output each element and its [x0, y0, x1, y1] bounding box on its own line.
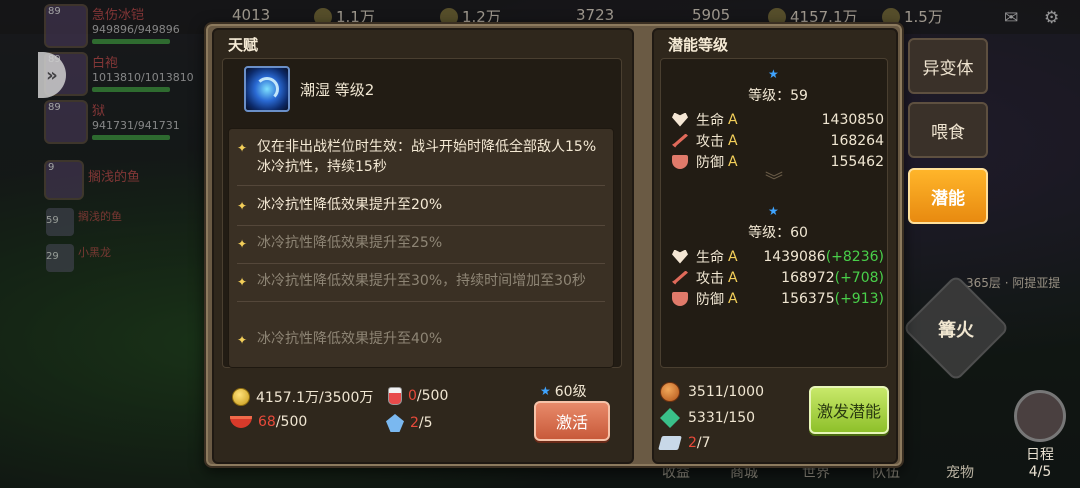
sparkle-icon: ✦ [237, 275, 248, 289]
sparkle-icon: ✦ [237, 199, 248, 213]
potential-title: 潜能等级 [668, 36, 729, 54]
seed-icon [660, 382, 680, 402]
schedule-button[interactable]: 日程 4/5 [1008, 390, 1072, 480]
hero-entry[interactable]: 59 搁浅的鱼 [46, 208, 122, 236]
gear-icon[interactable]: ⚙ [1044, 8, 1064, 28]
gem-icon [660, 408, 680, 428]
tab-potential[interactable]: 潜能 [908, 168, 988, 224]
shield-icon [672, 291, 688, 306]
stat-row: 攻击 A 168972(+708) [672, 267, 884, 288]
cost-crystal: 2/5 [386, 414, 433, 432]
hero-entry[interactable]: 89 狱 941731/941731 [44, 100, 180, 144]
stat-row: 防御 A 155462 [672, 151, 884, 172]
crystal-icon [386, 414, 404, 432]
potion-icon [388, 387, 402, 405]
avatar: 89 [44, 100, 88, 144]
required-level: ★ 60级 [540, 384, 587, 400]
tab-feed[interactable]: 喂食 [908, 102, 988, 158]
hero-entry[interactable]: 29 小黑龙 [46, 244, 111, 272]
stat-row: 防御 A 156375(+913) [672, 288, 884, 309]
avatar: 29 [46, 244, 74, 272]
stat-row: 生命 A 1430850 [672, 109, 884, 130]
hero-entry[interactable]: 89 白袍1013810/1013810 [44, 52, 194, 96]
sparkle-icon: ✦ [237, 237, 248, 251]
sword-icon [672, 270, 688, 285]
unleash-potential-button[interactable]: 激发潜能 [809, 386, 889, 434]
list-item: ✦ 冰冷抗性降低效果提升至30%，持续时间增加至30秒 [237, 271, 605, 302]
talent-name: 潮湿 等级2 [300, 80, 375, 99]
star-icon: ★ [540, 384, 551, 398]
talent-title: 天赋 [228, 36, 259, 54]
list-item: ✦ 仅在非出战栏位时生效：战斗开始时降低全部敌人15%冰冷抗性，持续15秒 [237, 137, 605, 186]
material-seed: 3511/1000 [660, 382, 764, 402]
heart-icon [672, 249, 688, 264]
sparkle-icon: ✦ [237, 333, 248, 347]
list-item: ✦ 冰冷抗性降低效果提升至25% [237, 233, 605, 264]
next-level: 等级：60 [748, 225, 808, 241]
chevron-down-icon: ︾ [765, 171, 783, 192]
tab-mutation[interactable]: 异变体 [908, 38, 988, 94]
hp-bar [92, 39, 170, 44]
hero-entry[interactable]: 9 搁浅的鱼 [44, 160, 140, 200]
bowl-icon [230, 416, 252, 428]
ticket-icon [658, 436, 682, 450]
hero-entry[interactable]: 89 急伤冰铠 949896/949896 [44, 4, 180, 48]
material-gem: 5331/150 [660, 408, 755, 428]
potential-current: 等级：59 生命 A 1430850 攻击 A 168264 防御 A 155462 [672, 85, 884, 172]
talent-header: 潮湿 等级2 [244, 66, 374, 112]
potential-next: 等级：60 生命 A 1439086(+8236) 攻击 A 168972(+708… [672, 222, 884, 309]
shield-icon [672, 154, 688, 169]
star-icon: ★ [768, 67, 779, 81]
avatar: 59 [46, 208, 74, 236]
sparkle-icon: ✦ [237, 141, 248, 155]
schedule-icon [1014, 390, 1066, 442]
gold-coin-icon [232, 388, 250, 406]
talent-effect-list: ✦ 仅在非出战栏位时生效：战斗开始时降低全部敌人15%冰冷抗性，持续15秒 ✦ … [228, 128, 614, 368]
avatar: 9 [44, 160, 84, 200]
hp-bar [92, 87, 170, 92]
star-icon: ★ [768, 204, 779, 218]
list-item: ✦ 冰冷抗性降低效果提升至40% [237, 329, 605, 350]
cost-bowl: 68/500 [230, 414, 307, 430]
hp-bar [92, 135, 170, 140]
activate-button[interactable]: 激活 [534, 401, 610, 441]
tab-pet[interactable]: 宠物 [946, 462, 974, 482]
water-swirl-icon [244, 66, 290, 112]
location-label: 365层 · 阿提亚提 [966, 276, 1061, 290]
mail-icon[interactable]: ✉ [1004, 8, 1024, 28]
material-ticket: 2/7 [658, 435, 711, 451]
list-item: ✦ 冰冷抗性降低效果提升至20% [237, 195, 605, 226]
avatar: 89 [44, 4, 88, 48]
sword-icon [672, 133, 688, 148]
bonfire-label: 篝火 [938, 320, 974, 341]
heart-icon [672, 112, 688, 127]
stat-row: 生命 A 1439086(+8236) [672, 246, 884, 267]
current-level: 等级：59 [748, 88, 808, 104]
stat-row: 攻击 A 168264 [672, 130, 884, 151]
cost-potion: 0/500 [388, 387, 448, 405]
cost-gold: 4157.1万/3500万 [232, 387, 373, 407]
